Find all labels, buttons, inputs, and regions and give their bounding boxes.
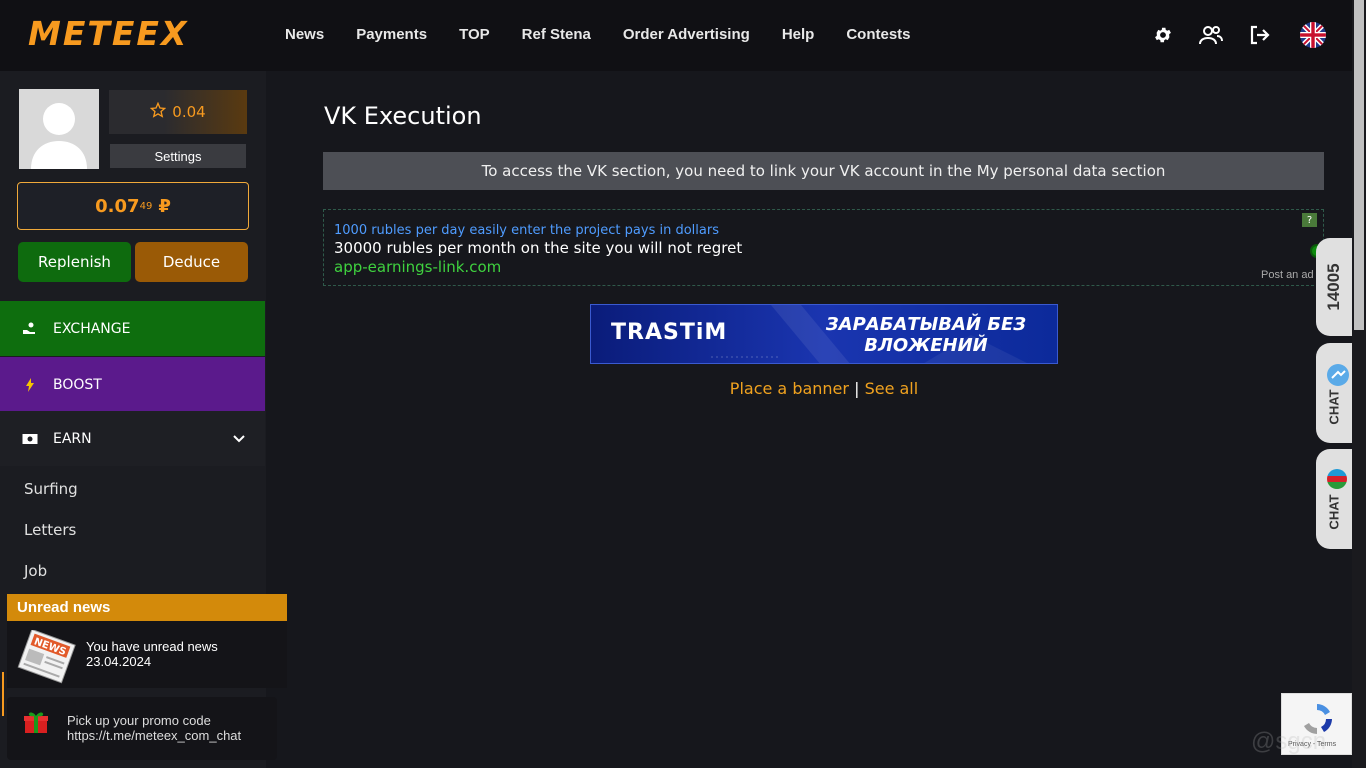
chevron-down-icon[interactable]	[233, 431, 245, 447]
nav-contests[interactable]: Contests	[846, 26, 910, 43]
menu-exchange-label: EXCHANGE	[53, 320, 131, 337]
settings-button[interactable]: Settings	[110, 144, 246, 168]
balance-main: 0.07	[95, 195, 140, 217]
gear-icon[interactable]	[1150, 22, 1176, 48]
replenish-button[interactable]: Replenish	[18, 242, 131, 282]
banner-links: Place a banner | See all	[590, 379, 1058, 398]
banner-slogan-line1: ЗАРАБАТЫВАЙ БЕЗ	[825, 314, 1027, 335]
promo-banner[interactable]: Pick up your promo code https://t.me/met…	[7, 697, 277, 760]
unread-news-popup[interactable]: Unread news NEWS You have unread news 23…	[7, 594, 287, 688]
nav-news[interactable]: News	[285, 26, 324, 43]
promo-link[interactable]: https://t.me/meteex_com_chat	[67, 728, 241, 743]
money-icon	[22, 433, 38, 445]
flag-icon	[1327, 469, 1347, 493]
uk-flag-icon[interactable]	[1300, 22, 1326, 48]
chat-tab-label-2: CHAT	[1326, 494, 1342, 530]
page-scrollbar[interactable]	[1352, 0, 1366, 768]
star-icon	[150, 101, 167, 122]
nav-top[interactable]: TOP	[459, 26, 490, 43]
balance-fraction: 49	[139, 200, 153, 212]
online-counter-tab[interactable]: 14005	[1316, 238, 1352, 336]
nav-payments[interactable]: Payments	[356, 26, 427, 43]
nav-order-advertising[interactable]: Order Advertising	[623, 26, 750, 43]
page-title: VK Execution	[324, 102, 482, 130]
chat-tab-2[interactable]: CHAT	[1316, 449, 1352, 549]
online-counter: 14005	[1324, 263, 1343, 311]
menu-boost[interactable]: BOOST	[0, 357, 265, 412]
promo-text: Pick up your promo code https://t.me/met…	[67, 713, 241, 743]
main-nav: News Payments TOP Ref Stena Order Advert…	[285, 26, 943, 43]
currency-symbol: ₽	[158, 195, 171, 217]
text-ad-block[interactable]: 1000 rubles per day easily enter the pro…	[323, 209, 1324, 286]
hand-coin-icon	[22, 322, 38, 336]
rating-value: 0.04	[172, 103, 206, 121]
help-icon[interactable]: ?	[1302, 213, 1317, 227]
chat-tab-1[interactable]: CHAT	[1316, 343, 1352, 443]
balance-display: 0.07 49 ₽	[17, 182, 249, 230]
newspaper-icon: NEWS	[15, 628, 77, 684]
users-icon[interactable]	[1198, 22, 1224, 48]
chat-tab-label-1: CHAT	[1326, 389, 1342, 425]
ad-link[interactable]: app-earnings-link.com	[334, 258, 501, 276]
place-banner-link[interactable]: Place a banner	[730, 379, 849, 398]
banner-slogan-line2: ВЛОЖЕНИЙ	[864, 335, 988, 356]
nav-ref-stena[interactable]: Ref Stena	[522, 26, 591, 43]
earn-item-surfing[interactable]: Surfing	[24, 480, 78, 498]
post-ad-link[interactable]: Post an ad	[1261, 269, 1319, 281]
promo-line1: Pick up your promo code	[67, 713, 211, 728]
banner-brand: TRASTiM	[611, 320, 728, 345]
watermark: @sgcn	[1251, 728, 1327, 755]
scrollbar-thumb[interactable]	[1354, 0, 1364, 330]
logo[interactable]: METEEX	[28, 14, 188, 53]
rating-badge: 0.04	[109, 90, 247, 134]
lightning-icon	[22, 377, 38, 392]
link-separator: |	[854, 379, 860, 398]
see-all-link[interactable]: See all	[865, 379, 919, 398]
ad-description: 30000 rubles per month on the site you w…	[334, 239, 743, 257]
ad-title[interactable]: 1000 rubles per day easily enter the pro…	[334, 223, 719, 238]
deduce-button[interactable]: Deduce	[135, 242, 248, 282]
menu-earn-label: EARN	[53, 430, 92, 447]
avatar[interactable]	[19, 89, 99, 169]
top-header: METEEX News Payments TOP Ref Stena Order…	[0, 0, 1352, 71]
divider	[2, 672, 4, 716]
news-popup-header: Unread news	[7, 594, 287, 621]
menu-exchange[interactable]: EXCHANGE	[0, 301, 265, 356]
chat-bubble-icon	[1326, 363, 1350, 391]
menu-boost-label: BOOST	[53, 376, 102, 393]
logout-icon[interactable]	[1247, 22, 1273, 48]
banner-slogan: ЗАРАБАТЫВАЙ БЕЗ ВЛОЖЕНИЙ	[811, 314, 1041, 356]
gift-icon	[23, 709, 49, 739]
vk-notice: To access the VK section, you need to li…	[323, 152, 1324, 190]
news-date: 23.04.2024	[86, 654, 152, 669]
news-message: You have unread news	[86, 639, 218, 654]
nav-help[interactable]: Help	[782, 26, 815, 43]
news-popup-text: You have unread news 23.04.2024	[86, 639, 218, 669]
earn-item-job[interactable]: Job	[24, 562, 47, 580]
ad-banner[interactable]: TRASTiM ЗАРАБАТЫВАЙ БЕЗ ВЛОЖЕНИЙ	[590, 304, 1058, 364]
earn-item-letters[interactable]: Letters	[24, 521, 76, 539]
menu-earn[interactable]: EARN	[0, 411, 265, 466]
